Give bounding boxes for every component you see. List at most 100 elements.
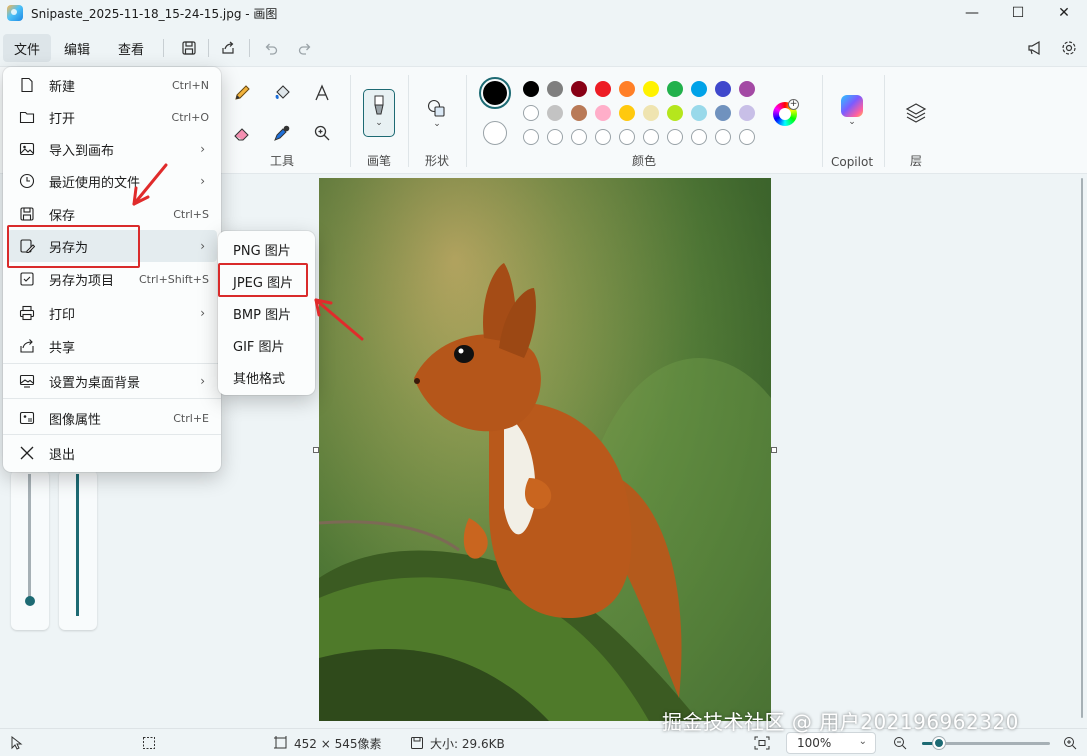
- empty-color-slot[interactable]: [643, 129, 659, 145]
- text-icon[interactable]: [308, 79, 336, 107]
- selection-icon: [143, 737, 155, 749]
- file-menu-item[interactable]: 打开 Ctrl+O: [7, 101, 217, 133]
- opacity-slider[interactable]: [76, 474, 79, 616]
- save-icon[interactable]: [172, 34, 206, 62]
- brush-size-thumb[interactable]: [25, 596, 35, 606]
- color-swatch[interactable]: [739, 81, 755, 97]
- close-window-button[interactable]: ✕: [1041, 0, 1087, 26]
- clock-icon: [17, 171, 37, 191]
- menu-separator: [3, 363, 221, 364]
- empty-color-slot[interactable]: [547, 129, 563, 145]
- empty-color-slot[interactable]: [715, 129, 731, 145]
- primary-color-swatch[interactable]: [479, 77, 511, 109]
- magnifier-icon[interactable]: [308, 119, 336, 147]
- settings-gear-icon[interactable]: [1057, 36, 1081, 60]
- file-size: 大小: 29.6KB: [410, 729, 505, 756]
- file-menu-item[interactable]: 打印 ›: [7, 297, 217, 329]
- squirrel-image[interactable]: [319, 178, 771, 721]
- maximize-button[interactable]: ☐: [995, 0, 1041, 26]
- color-picker-icon[interactable]: [268, 119, 296, 147]
- import-image-icon: [17, 139, 37, 159]
- save-as-format-item[interactable]: GIF 图片: [218, 329, 315, 361]
- color-swatch[interactable]: [523, 105, 539, 121]
- file-menu-item[interactable]: 图像属性 Ctrl+E: [7, 402, 217, 434]
- copilot-group: ⌄ Copilot: [824, 67, 880, 175]
- color-swatch[interactable]: [523, 81, 539, 97]
- file-menu-item[interactable]: 共享: [7, 330, 217, 362]
- minimize-button[interactable]: —: [949, 0, 995, 26]
- color-swatch[interactable]: [595, 81, 611, 97]
- menu-divider: [163, 39, 165, 57]
- color-swatch[interactable]: [691, 81, 707, 97]
- keyboard-shortcut: Ctrl+Shift+S: [139, 272, 209, 286]
- color-swatch[interactable]: [667, 81, 683, 97]
- secondary-color-swatch[interactable]: [483, 121, 507, 145]
- file-menu-item[interactable]: 退出: [7, 437, 217, 469]
- pencil-icon[interactable]: [228, 79, 256, 107]
- chevron-right-icon: ›: [200, 142, 205, 156]
- layers-icon[interactable]: [904, 101, 928, 125]
- save-as-format-item[interactable]: 其他格式: [218, 361, 315, 393]
- canvas-dimensions: 452 × 545像素: [274, 729, 382, 756]
- empty-color-slot[interactable]: [667, 129, 683, 145]
- menu-file[interactable]: 文件: [3, 34, 52, 62]
- empty-color-slot[interactable]: [523, 129, 539, 145]
- save-as-submenu: PNG 图片 JPEG 图片 BMP 图片 GIF 图片 其他格式: [218, 231, 315, 395]
- color-swatch[interactable]: [691, 105, 707, 121]
- file-menu-dropdown: 新建 Ctrl+N 打开 Ctrl+O 导入到画布 › 最近使用的文件 › 保存 Ctrl+S 另存…: [3, 67, 221, 472]
- file-menu-item[interactable]: 新建 Ctrl+N: [7, 69, 217, 101]
- file-menu-item[interactable]: 设置为桌面背景 ›: [7, 365, 217, 397]
- color-swatch[interactable]: [739, 105, 755, 121]
- color-swatch[interactable]: [619, 105, 635, 121]
- empty-color-slot[interactable]: [739, 129, 755, 145]
- menu-bar-right: [1023, 32, 1081, 64]
- menu-view[interactable]: 查看: [107, 34, 155, 62]
- redo-icon[interactable]: [288, 34, 322, 62]
- desktop-background-icon: [17, 371, 37, 391]
- color-swatch[interactable]: [715, 105, 731, 121]
- shapes-group-label: 形状: [424, 154, 449, 168]
- color-swatch[interactable]: [643, 105, 659, 121]
- color-swatch[interactable]: [571, 81, 587, 97]
- color-swatch[interactable]: [547, 105, 563, 121]
- zoom-in-button[interactable]: [1063, 729, 1077, 756]
- chevron-right-icon: ›: [200, 174, 205, 188]
- opacity-panel: [59, 470, 97, 630]
- empty-color-slot[interactable]: [691, 129, 707, 145]
- watermark: 掘金技术社区 @ 用户202196962320: [662, 710, 1019, 734]
- vertical-scrollbar[interactable]: [1079, 178, 1085, 718]
- copilot-button[interactable]: ⌄: [840, 95, 864, 135]
- empty-color-slot[interactable]: [595, 129, 611, 145]
- brush-size-slider[interactable]: [28, 474, 31, 598]
- zoom-dropdown[interactable]: 100% ⌄: [786, 732, 876, 754]
- empty-color-slot[interactable]: [571, 129, 587, 145]
- edit-colors-icon[interactable]: +: [773, 99, 799, 126]
- save-as-format-item[interactable]: BMP 图片: [218, 297, 315, 329]
- fill-bucket-icon[interactable]: [268, 79, 296, 107]
- color-swatch[interactable]: [643, 81, 659, 97]
- menu-edit[interactable]: 编辑: [53, 34, 101, 62]
- color-swatch[interactable]: [619, 81, 635, 97]
- keyboard-shortcut: Ctrl+S: [173, 207, 209, 221]
- feedback-megaphone-icon[interactable]: [1023, 36, 1047, 60]
- resize-handle-left[interactable]: [313, 447, 319, 453]
- brush-selector-button[interactable]: ⌄: [363, 89, 395, 137]
- save-as-format-item[interactable]: PNG 图片: [218, 233, 315, 265]
- ribbon-divider: [350, 75, 351, 167]
- share-icon[interactable]: [211, 34, 245, 62]
- empty-color-slot[interactable]: [619, 129, 635, 145]
- resize-handle-right[interactable]: [771, 447, 777, 453]
- menu-divider: [208, 39, 210, 57]
- eraser-icon[interactable]: [228, 119, 256, 147]
- color-swatch[interactable]: [667, 105, 683, 121]
- undo-icon[interactable]: [254, 34, 288, 62]
- file-menu-item[interactable]: 导入到画布 ›: [7, 133, 217, 165]
- color-swatch[interactable]: [715, 81, 731, 97]
- zoom-slider-thumb[interactable]: [933, 737, 945, 749]
- shapes-button[interactable]: ⌄: [424, 97, 450, 137]
- file-menu-item[interactable]: 最近使用的文件 ›: [7, 165, 217, 197]
- color-swatch[interactable]: [571, 105, 587, 121]
- color-swatch[interactable]: [595, 105, 611, 121]
- colors-group: + 颜色: [468, 67, 820, 175]
- color-swatch[interactable]: [547, 81, 563, 97]
